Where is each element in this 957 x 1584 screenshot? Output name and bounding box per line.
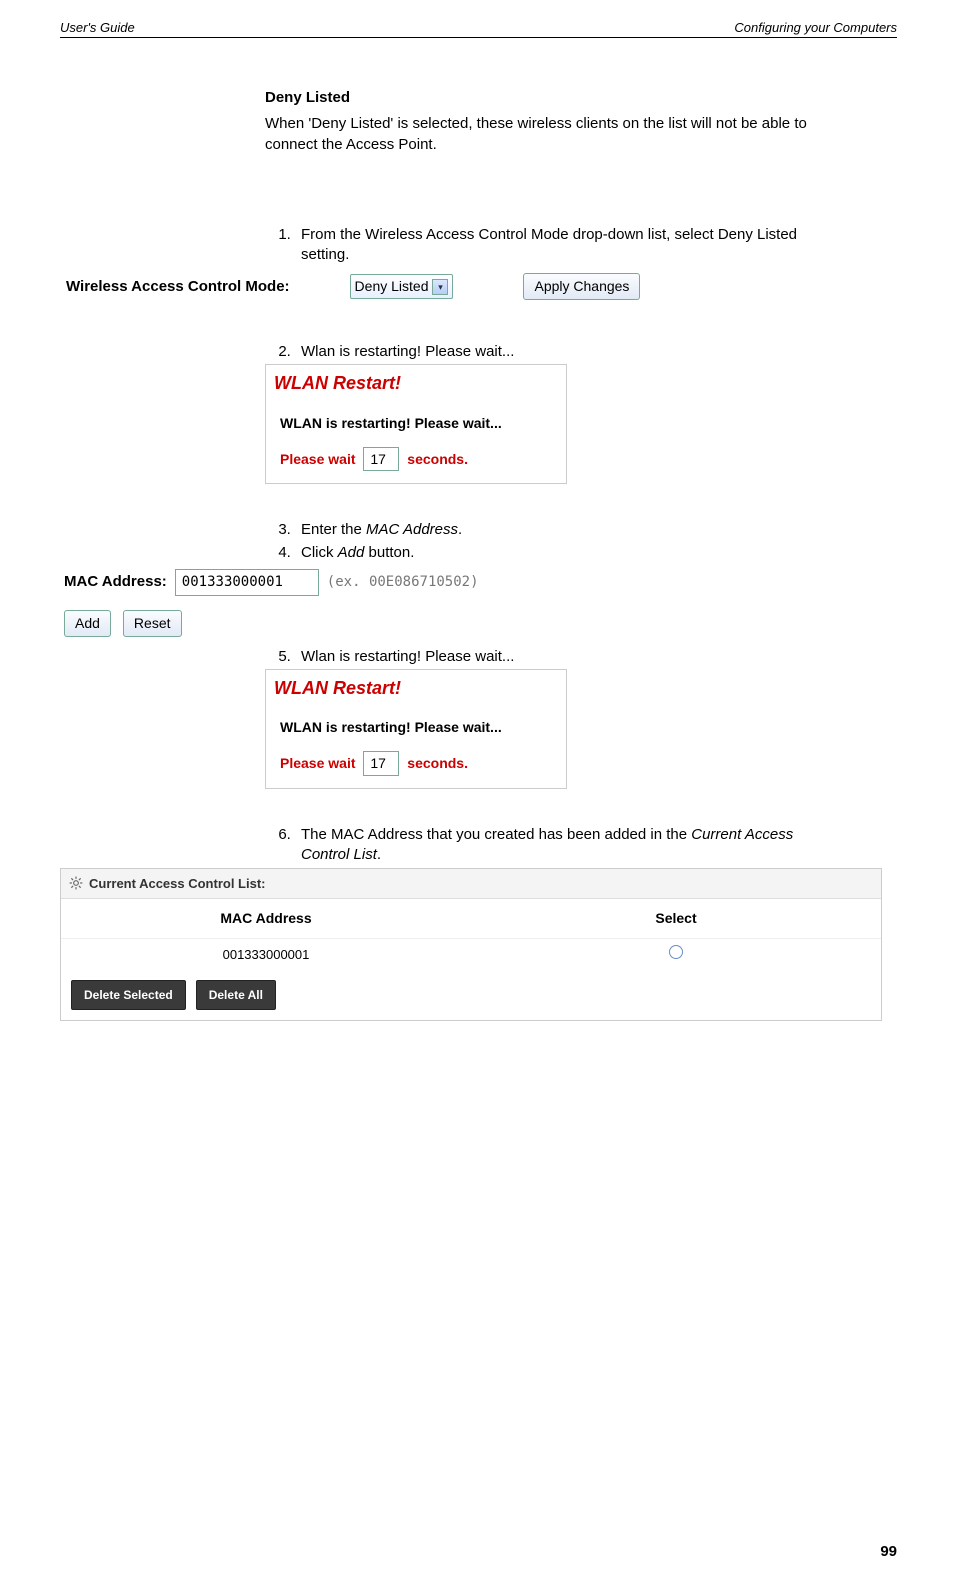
table-row: 001333000001 [61,939,881,970]
wac-mode-selected: Deny Listed [355,277,429,296]
step-2: Wlan is restarting! Please wait... [295,342,825,362]
header-left: User's Guide [60,20,135,35]
countdown-value: 17 [363,447,399,472]
step-1: From the Wireless Access Control Mode dr… [295,225,825,266]
acl-col-select: Select [471,899,881,938]
step4-pre: Click [301,544,338,561]
step-3: Enter the MAC Address. [295,520,825,540]
seconds-label: seconds. [407,451,468,467]
chevron-down-icon: ▾ [432,279,448,295]
acl-header-row: MAC Address Select [61,899,881,938]
header-right: Configuring your Computers [734,20,897,35]
acl-title: Current Access Control List: [89,875,266,893]
reset-button[interactable]: Reset [123,610,182,637]
step3-pre: Enter the [301,521,366,538]
section-intro: When 'Deny Listed' is selected, these wi… [265,114,825,155]
acl-panel: Current Access Control List: MAC Address… [60,868,882,1021]
wlan-restart-panel-2: WLAN Restart! WLAN is restarting! Please… [265,669,567,789]
wac-mode-label: Wireless Access Control Mode: [66,277,290,297]
acl-row-mac: 001333000001 [61,939,471,970]
add-button[interactable]: Add [64,610,111,637]
mac-address-input[interactable]: 001333000001 [175,569,319,596]
page-header: User's Guide Configuring your Computers [60,20,897,38]
wlan-restart-title-2: WLAN Restart! [266,670,566,718]
step3-em: MAC Address [366,521,458,538]
acl-table: MAC Address Select 001333000001 [61,899,881,969]
apply-changes-button[interactable]: Apply Changes [523,273,640,300]
step-5: Wlan is restarting! Please wait... [295,647,825,667]
acl-row-select-radio[interactable] [669,945,683,959]
wac-mode-row: Wireless Access Control Mode: Deny Liste… [60,267,825,306]
mac-address-label: MAC Address: [64,572,167,592]
gear-icon [69,876,83,890]
step4-em: Add [338,544,365,561]
wlan-restart-msg: WLAN is restarting! Please wait... [266,414,566,447]
mac-address-row: MAC Address: 001333000001 (ex. 00E086710… [60,565,825,600]
step-6: The MAC Address that you created has bee… [295,825,825,866]
wlan-restart-title: WLAN Restart! [266,365,566,413]
wac-mode-select[interactable]: Deny Listed ▾ [350,274,454,299]
step-4: Click Add button. [295,543,825,563]
step3-post: . [458,521,462,538]
seconds-label-2: seconds. [407,755,468,771]
page-number: 99 [880,1543,897,1560]
step6-pre: The MAC Address that you created has bee… [301,826,691,843]
wlan-restart-msg-2: WLAN is restarting! Please wait... [266,718,566,751]
wlan-countdown-row: Please wait 17 seconds. [266,447,566,472]
delete-selected-button[interactable]: Delete Selected [71,980,186,1010]
countdown-value-2: 17 [363,751,399,776]
please-wait-label: Please wait [280,451,356,467]
delete-all-button[interactable]: Delete All [196,980,276,1010]
acl-button-row: Delete Selected Delete All [61,970,881,1020]
step6-post: . [377,846,381,863]
mac-buttons-row: Add Reset [60,600,825,647]
acl-col-mac: MAC Address [61,899,471,938]
wlan-countdown-row-2: Please wait 17 seconds. [266,751,566,776]
section-heading: Deny Listed [265,88,825,108]
mac-address-example: (ex. 00E086710502) [327,573,479,592]
acl-title-row: Current Access Control List: [61,869,881,900]
please-wait-label-2: Please wait [280,755,356,771]
step4-post: button. [364,544,414,561]
wlan-restart-panel-1: WLAN Restart! WLAN is restarting! Please… [265,364,567,484]
